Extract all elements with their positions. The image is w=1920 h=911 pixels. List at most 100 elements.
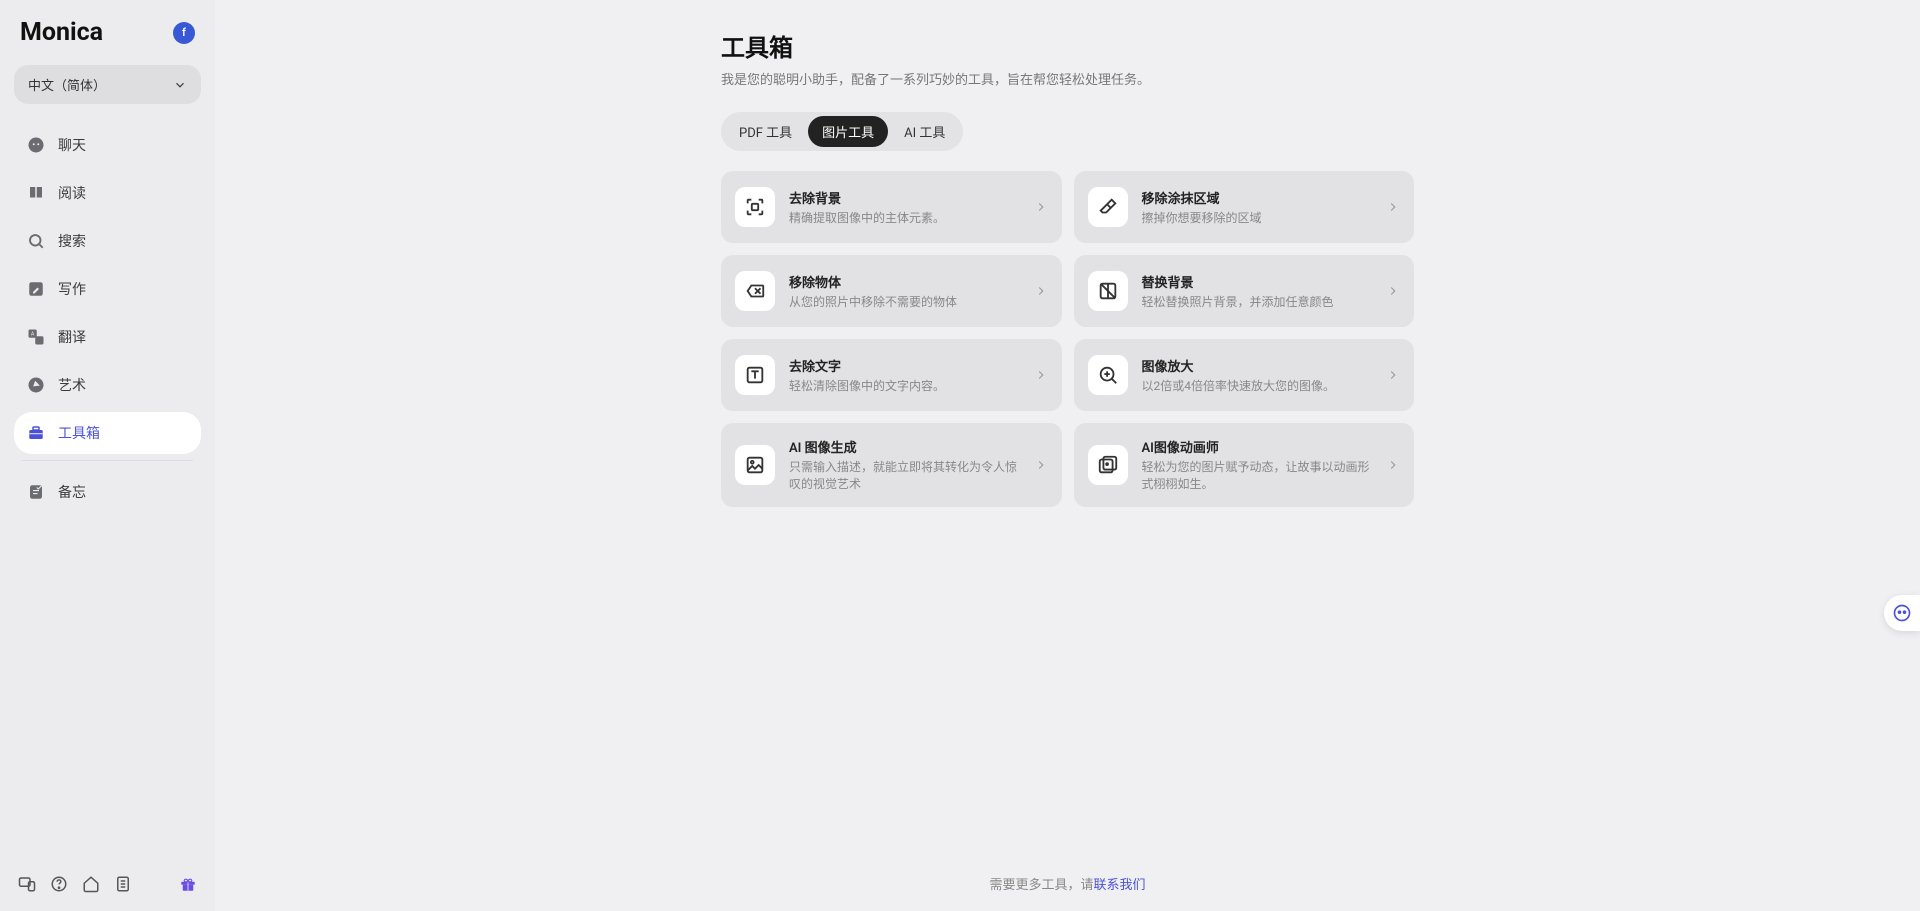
tool-text: 替换背景 轻松替换照片背景，并添加任意颜色 — [1142, 272, 1373, 311]
tab-image[interactable]: 图片工具 — [808, 116, 888, 147]
sidebar-item-label: 聊天 — [58, 135, 86, 155]
sidebar-item-read[interactable]: 阅读 — [14, 172, 201, 214]
tool-desc: 精确提取图像中的主体元素。 — [789, 210, 1020, 227]
tool-desc: 轻松为您的图片赋予动态，让故事以动画形式栩栩如生。 — [1142, 459, 1373, 493]
tool-desc: 轻松清除图像中的文字内容。 — [789, 378, 1020, 395]
tool-text: 去除文字 轻松清除图像中的文字内容。 — [789, 356, 1020, 395]
tool-grid: 去除背景 精确提取图像中的主体元素。 移除涂抹区域 擦掉你想要移除的区域 — [721, 171, 1414, 507]
sidebar-item-label: 艺术 — [58, 375, 86, 395]
tool-text: 图像放大 以2倍或4倍倍率快速放大您的图像。 — [1142, 356, 1373, 395]
help-icon[interactable] — [50, 875, 68, 893]
page-subtitle: 我是您的聪明小助手，配备了一系列巧妙的工具，旨在帮您轻松处理任务。 — [721, 69, 1414, 88]
tool-title: 去除文字 — [789, 356, 1020, 375]
tool-text: 移除涂抹区域 擦掉你想要移除的区域 — [1142, 188, 1373, 227]
account-badge[interactable]: f — [173, 22, 195, 44]
sidebar-item-label: 搜索 — [58, 231, 86, 251]
tab-ai[interactable]: AI 工具 — [890, 116, 959, 147]
tool-text: 去除背景 精确提取图像中的主体元素。 — [789, 188, 1020, 227]
tool-erase-area[interactable]: 移除涂抹区域 擦掉你想要移除的区域 — [1074, 171, 1415, 243]
sidebar-item-label: 阅读 — [58, 183, 86, 203]
delete-icon — [735, 271, 775, 311]
sidebar-header: Monica f — [14, 18, 201, 47]
chevron-right-icon — [1386, 458, 1400, 472]
main: 工具箱 我是您的聪明小助手，配备了一系列巧妙的工具，旨在帮您轻松处理任务。 PD… — [215, 0, 1920, 911]
tool-title: 替换背景 — [1142, 272, 1373, 291]
tool-desc: 从您的照片中移除不需要的物体 — [789, 294, 1020, 311]
tool-remove-background[interactable]: 去除背景 精确提取图像中的主体元素。 — [721, 171, 1062, 243]
sidebar-item-search[interactable]: 搜索 — [14, 220, 201, 262]
chevron-right-icon — [1034, 458, 1048, 472]
tool-title: 移除物体 — [789, 272, 1020, 291]
translate-icon: A — [26, 327, 46, 347]
chat-icon — [26, 135, 46, 155]
sidebar-item-label: 写作 — [58, 279, 86, 299]
tool-title: 移除涂抹区域 — [1142, 188, 1373, 207]
app-logo: Monica — [20, 18, 103, 47]
eraser-icon — [1088, 187, 1128, 227]
floating-helper[interactable] — [1884, 595, 1920, 631]
gift-icon[interactable] — [179, 875, 197, 893]
animate-icon — [1088, 445, 1128, 485]
book-icon — [26, 183, 46, 203]
chevron-right-icon — [1034, 200, 1048, 214]
chevron-right-icon — [1386, 368, 1400, 382]
tool-remove-object[interactable]: 移除物体 从您的照片中移除不需要的物体 — [721, 255, 1062, 327]
home-icon[interactable] — [82, 875, 100, 893]
sidebar-item-chat[interactable]: 聊天 — [14, 124, 201, 166]
zoom-icon — [1088, 355, 1128, 395]
sidebar-item-art[interactable]: 艺术 — [14, 364, 201, 406]
bottom-icons — [18, 875, 132, 893]
tool-desc: 以2倍或4倍倍率快速放大您的图像。 — [1142, 378, 1373, 395]
tool-replace-background[interactable]: 替换背景 轻松替换照片背景，并添加任意颜色 — [1074, 255, 1415, 327]
sidebar-item-label: 翻译 — [58, 327, 86, 347]
scan-icon — [735, 187, 775, 227]
write-icon — [26, 279, 46, 299]
sidebar-item-memo[interactable]: 备忘 — [14, 471, 201, 513]
main-footer: 需要更多工具，请联系我们 — [989, 874, 1145, 893]
tool-ai-image-generate[interactable]: AI 图像生成 只需输入描述，就能立即将其转化为令人惊叹的视觉艺术 — [721, 423, 1062, 507]
main-inner: 工具箱 我是您的聪明小助手，配备了一系列巧妙的工具，旨在帮您轻松处理任务。 PD… — [721, 28, 1414, 507]
tool-title: 图像放大 — [1142, 356, 1373, 375]
tool-upscale-image[interactable]: 图像放大 以2倍或4倍倍率快速放大您的图像。 — [1074, 339, 1415, 411]
footer-text: 需要更多工具，请 — [989, 878, 1093, 893]
tool-desc: 只需输入描述，就能立即将其转化为令人惊叹的视觉艺术 — [789, 459, 1020, 493]
chevron-down-icon — [173, 78, 187, 92]
page-title: 工具箱 — [721, 28, 1414, 63]
tool-title: AI图像动画师 — [1142, 437, 1373, 456]
memo-icon — [26, 482, 46, 502]
tool-remove-text[interactable]: 去除文字 轻松清除图像中的文字内容。 — [721, 339, 1062, 411]
tool-text: AI图像动画师 轻松为您的图片赋予动态，让故事以动画形式栩栩如生。 — [1142, 437, 1373, 493]
sidebar-bottom — [14, 871, 201, 893]
replace-bg-icon — [1088, 271, 1128, 311]
contact-link[interactable]: 联系我们 — [1094, 878, 1146, 893]
sidebar-item-write[interactable]: 写作 — [14, 268, 201, 310]
tab-pdf[interactable]: PDF 工具 — [725, 116, 806, 147]
tabs: PDF 工具 图片工具 AI 工具 — [721, 112, 963, 151]
sidebar-item-toolbox[interactable]: 工具箱 — [14, 412, 201, 454]
toolbox-icon — [26, 423, 46, 443]
sidebar: Monica f 中文（简体） 聊天 阅读 搜索 — [0, 0, 215, 911]
tool-text: 移除物体 从您的照片中移除不需要的物体 — [789, 272, 1020, 311]
tool-desc: 擦掉你想要移除的区域 — [1142, 210, 1373, 227]
language-selector[interactable]: 中文（简体） — [14, 65, 201, 104]
text-icon — [735, 355, 775, 395]
language-label: 中文（简体） — [28, 75, 106, 94]
sidebar-item-label: 备忘 — [58, 482, 86, 502]
nav-list: 聊天 阅读 搜索 写作 A 翻译 — [14, 124, 201, 871]
tool-title: 去除背景 — [789, 188, 1020, 207]
devices-icon[interactable] — [18, 875, 36, 893]
monica-face-icon — [1892, 603, 1912, 623]
svg-text:A: A — [31, 332, 35, 338]
sidebar-item-translate[interactable]: A 翻译 — [14, 316, 201, 358]
chevron-right-icon — [1034, 368, 1048, 382]
chevron-right-icon — [1386, 284, 1400, 298]
tool-desc: 轻松替换照片背景，并添加任意颜色 — [1142, 294, 1373, 311]
nav-divider — [22, 460, 193, 461]
photo-icon — [735, 445, 775, 485]
chevron-right-icon — [1034, 284, 1048, 298]
sidebar-item-label: 工具箱 — [58, 423, 100, 443]
tool-text: AI 图像生成 只需输入描述，就能立即将其转化为令人惊叹的视觉艺术 — [789, 437, 1020, 493]
list-icon[interactable] — [114, 875, 132, 893]
tool-title: AI 图像生成 — [789, 437, 1020, 456]
tool-ai-image-animate[interactable]: AI图像动画师 轻松为您的图片赋予动态，让故事以动画形式栩栩如生。 — [1074, 423, 1415, 507]
